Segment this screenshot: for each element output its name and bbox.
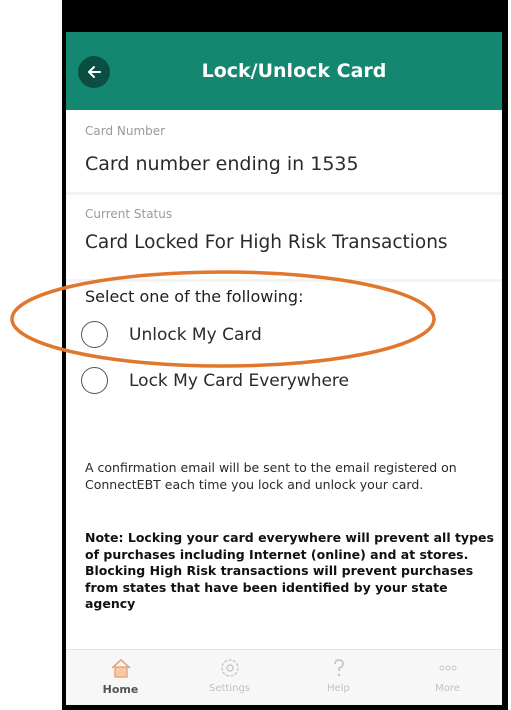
current-status-label: Current Status — [85, 207, 173, 221]
locking-note: Note: Locking your card everywhere will … — [85, 530, 494, 611]
bottom-tab-bar: Home Settings Help More — [66, 649, 502, 705]
select-prompt: Select one of the following: — [85, 287, 304, 306]
current-status-section: Current Status Card Locked For High Risk… — [66, 195, 502, 279]
tab-home-label: Home — [102, 683, 139, 696]
unlock-option-label: Unlock My Card — [129, 324, 262, 345]
current-status-value: Card Locked For High Risk Transactions — [85, 232, 448, 253]
card-number-value: Card number ending in 1535 — [85, 153, 359, 175]
app-header: Lock/Unlock Card — [66, 32, 502, 110]
tab-help[interactable]: Help — [284, 650, 393, 705]
unlock-radio-button[interactable] — [81, 321, 108, 348]
question-icon — [333, 659, 344, 677]
tab-help-label: Help — [327, 683, 350, 694]
tab-more-label: More — [435, 683, 460, 694]
card-number-label: Card Number — [85, 124, 166, 138]
unlock-card-option[interactable]: Unlock My Card — [81, 321, 262, 348]
tab-settings-label: Settings — [208, 683, 250, 694]
tab-settings[interactable]: Settings — [175, 650, 284, 705]
home-icon — [110, 658, 131, 678]
lock-everywhere-radio-button[interactable] — [81, 367, 108, 394]
lock-everywhere-option[interactable]: Lock My Card Everywhere — [81, 367, 349, 394]
gear-icon — [220, 659, 239, 677]
tab-more[interactable]: More — [393, 650, 502, 705]
lock-everywhere-option-label: Lock My Card Everywhere — [129, 370, 349, 391]
page-title: Lock/Unlock Card — [201, 60, 387, 82]
options-section: Select one of the following: Unlock My C… — [66, 282, 502, 652]
more-dots-icon — [439, 665, 456, 671]
app-screen: Lock/Unlock Card Card Number Card number… — [66, 32, 502, 705]
tab-home[interactable]: Home — [66, 650, 175, 705]
confirmation-email-notice: A confirmation email will be sent to the… — [85, 460, 457, 492]
card-number-section: Card Number Card number ending in 1535 — [66, 110, 502, 192]
